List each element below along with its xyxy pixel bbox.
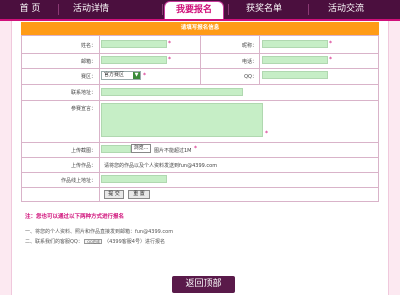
row-divider bbox=[21, 172, 379, 173]
works-label: 上传作品： bbox=[70, 163, 96, 169]
reset-button[interactable]: 重 置 bbox=[128, 190, 150, 199]
nav-divider bbox=[308, 4, 309, 15]
row-divider bbox=[21, 142, 379, 143]
col-divider bbox=[99, 35, 100, 202]
nav-home[interactable]: 首 页 bbox=[5, 0, 55, 18]
browse-button[interactable]: 浏览... bbox=[131, 144, 151, 153]
works-note: 请将您的作品以及个人资料发送到fun@4399.com bbox=[104, 163, 218, 169]
required-mark: * bbox=[143, 72, 146, 79]
address-input[interactable] bbox=[101, 88, 243, 96]
qq-input[interactable] bbox=[262, 71, 328, 79]
method-email: 一、将您的个人资料、照片和作品直接发到邮箱：fun@4399.com bbox=[25, 229, 174, 235]
region-label: 赛区： bbox=[80, 74, 96, 80]
row-divider bbox=[21, 187, 379, 188]
required-mark: * bbox=[168, 56, 171, 63]
qq-label: QQ： bbox=[244, 74, 257, 80]
row-divider bbox=[21, 84, 379, 85]
message-label: 参赛宣言： bbox=[70, 106, 96, 112]
upload-label: 上传截图： bbox=[70, 148, 96, 154]
required-mark: * bbox=[329, 56, 332, 63]
method-qq: 二、联系我们的客服QQ： QQ在线 （4399客服4号）进行报名 bbox=[25, 238, 165, 245]
nickname-label: 昵称： bbox=[241, 43, 257, 49]
region-select[interactable]: 官方赛区 ▼ bbox=[101, 71, 141, 80]
required-mark: * bbox=[329, 40, 332, 47]
required-mark: * bbox=[194, 145, 197, 152]
address-label: 联系地址： bbox=[70, 90, 96, 96]
row-divider bbox=[21, 157, 379, 158]
form-title: 请填写报名信息 bbox=[21, 22, 379, 35]
name-label: 姓名： bbox=[80, 43, 96, 49]
qq-online-badge[interactable]: QQ在线 bbox=[84, 239, 103, 244]
method-qq-suffix: （4399客服4号）进行报名 bbox=[104, 239, 165, 245]
nav-activity-details[interactable]: 活动详情 bbox=[62, 0, 120, 18]
email-input[interactable] bbox=[101, 56, 167, 64]
online-url-input[interactable] bbox=[101, 175, 167, 183]
phone-label: 电话： bbox=[241, 59, 257, 65]
alternative-methods-title: 注：您也可以通过以下两种方式进行报名 bbox=[25, 214, 125, 220]
name-input[interactable] bbox=[101, 40, 167, 48]
submit-button[interactable]: 提 交 bbox=[104, 190, 124, 199]
nav-divider bbox=[58, 4, 59, 15]
chevron-down-icon: ▼ bbox=[133, 72, 140, 79]
online-url-label: 作品线上地址： bbox=[60, 178, 96, 184]
col-divider bbox=[259, 35, 260, 84]
phone-input[interactable] bbox=[262, 56, 328, 64]
back-to-top-button[interactable]: 返回顶部 bbox=[172, 276, 235, 293]
nav-winners[interactable]: 获奖名单 bbox=[234, 0, 294, 18]
method-qq-prefix: 二、联系我们的客服QQ： bbox=[25, 239, 83, 245]
nav-discussion[interactable]: 活动交流 bbox=[316, 0, 376, 18]
upload-path-input[interactable] bbox=[101, 145, 131, 153]
top-nav: 首 页 活动详情 我要报名 获奖名单 活动交流 bbox=[0, 0, 400, 20]
row-divider bbox=[21, 100, 379, 101]
message-textarea[interactable] bbox=[101, 103, 263, 137]
required-mark: * bbox=[168, 40, 171, 47]
nav-divider bbox=[162, 4, 163, 15]
upload-size-note: 图片不能超过1M bbox=[154, 148, 192, 154]
email-label: 邮箱： bbox=[80, 59, 96, 65]
required-mark: * bbox=[265, 130, 268, 137]
nickname-input[interactable] bbox=[262, 40, 328, 48]
nav-signup[interactable]: 我要报名 bbox=[164, 1, 224, 20]
region-select-value: 官方赛区 bbox=[104, 72, 125, 78]
nav-divider bbox=[228, 4, 229, 15]
